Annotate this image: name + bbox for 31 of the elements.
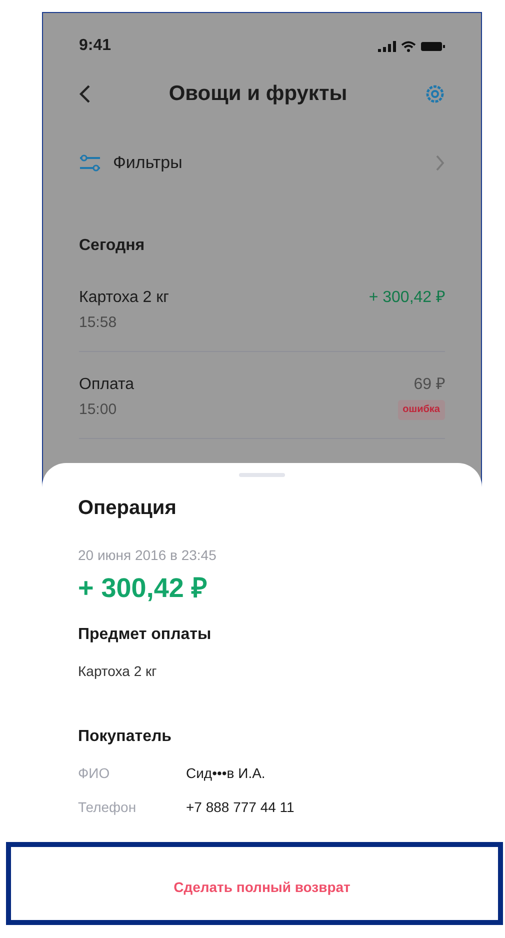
settings-icon[interactable] bbox=[425, 84, 445, 104]
sheet-title: Операция bbox=[78, 496, 178, 521]
operation-name: Картоха 2 кг bbox=[79, 288, 169, 308]
chevron-right-icon bbox=[435, 154, 445, 172]
filters-label: Фильтры bbox=[113, 153, 184, 173]
signal-icon bbox=[378, 40, 396, 52]
error-badge: ошибка bbox=[398, 400, 445, 420]
section-title: Сегодня bbox=[79, 236, 146, 256]
field-value: +7 888 777 44 11 bbox=[186, 798, 294, 817]
filters-row[interactable]: Фильтры bbox=[79, 143, 445, 183]
status-time: 9:41 bbox=[79, 37, 112, 55]
field-label: Телефон bbox=[78, 798, 138, 817]
wifi-icon bbox=[401, 40, 416, 52]
operation-name: Оплата bbox=[79, 375, 134, 395]
operation-amount: + 300,42 ₽ bbox=[78, 572, 208, 605]
operation-amount: + 300,42 ₽ bbox=[368, 288, 445, 308]
subject-heading: Предмет оплаты bbox=[78, 625, 212, 645]
operation-time: 15:58 bbox=[79, 313, 118, 333]
operation-time: 15:00 bbox=[79, 400, 118, 420]
operation-amount: 69 ₽ bbox=[414, 375, 445, 395]
subject-value: Картоха 2 кг bbox=[78, 662, 158, 681]
operation-row[interactable]: Оплата 15:00 69 ₽ ошибка bbox=[79, 352, 445, 439]
screen-title: Овощи и фрукты bbox=[168, 82, 348, 106]
battery-icon bbox=[421, 40, 445, 52]
back-icon[interactable] bbox=[79, 84, 91, 104]
operation-row[interactable]: Картоха 2 кг 15:58 + 300,42 ₽ bbox=[79, 265, 445, 352]
field-label: ФИО bbox=[78, 764, 111, 783]
field-value: Сид•••в И.А. bbox=[186, 764, 266, 783]
operation-date: 20 июня 2016 в 23:45 bbox=[78, 546, 218, 565]
buyer-heading: Покупатель bbox=[78, 727, 172, 747]
sliders-icon bbox=[79, 153, 101, 173]
